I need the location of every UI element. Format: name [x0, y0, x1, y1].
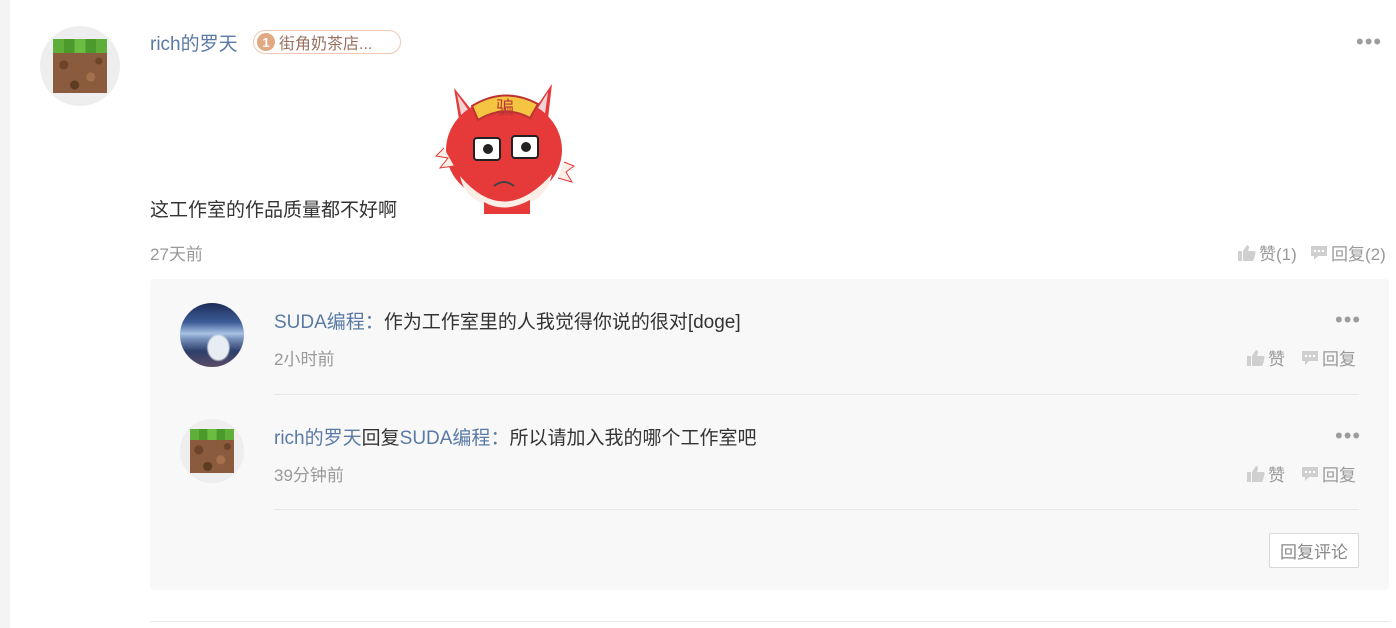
- reply-content: SUDA编程：作为工作室里的人我觉得你说的很对[doge]: [274, 307, 741, 334]
- reply-content: rich的罗天回复SUDA编程：所以请加入我的哪个工作室吧: [274, 423, 756, 450]
- reply-text: 作为工作室里的人我觉得你说的很对[doge]: [383, 312, 741, 333]
- reply-reply-button[interactable]: 回复: [1301, 461, 1356, 486]
- comment-bubble-icon: [1302, 466, 1318, 481]
- reply-label: 回复: [1322, 350, 1356, 369]
- more-dots-icon[interactable]: •••: [1356, 31, 1382, 53]
- more-dots-icon[interactable]: •••: [1335, 309, 1361, 331]
- reply-comment-button[interactable]: 回复评论: [1269, 533, 1359, 568]
- reply-username[interactable]: rich的罗天: [274, 428, 362, 449]
- cat-sticker-image: 骗: [434, 84, 576, 214]
- divider: [274, 394, 1359, 395]
- left-edge: [0, 0, 10, 628]
- like-label: 赞: [1268, 466, 1285, 485]
- thumbs-up-icon: [1247, 465, 1265, 482]
- divider: [274, 509, 1359, 510]
- avatar[interactable]: [40, 26, 120, 106]
- reply-text: 所以请加入我的哪个工作室吧: [509, 428, 757, 449]
- reply-like-button[interactable]: 赞: [1247, 461, 1285, 486]
- reply-label: 回复: [1322, 466, 1356, 485]
- reply-count-label: 回复(2): [1331, 245, 1386, 264]
- reply-word: 回复: [361, 428, 400, 449]
- reply-separator: ：: [490, 428, 510, 449]
- comment-time: 27天前: [150, 245, 203, 264]
- comment-bubble-icon: [1311, 245, 1327, 260]
- reply-target-username[interactable]: SUDA编程: [400, 428, 491, 449]
- reply-time: 39分钟前: [274, 466, 344, 485]
- badge-level: 1: [257, 33, 275, 51]
- reply-like-button[interactable]: 赞: [1247, 345, 1285, 370]
- reply-avatar[interactable]: [180, 419, 244, 483]
- comment-bubble-icon: [1302, 350, 1318, 365]
- reply-avatar[interactable]: [180, 303, 244, 367]
- badge-text: 街角奶茶店...: [279, 36, 373, 53]
- bottom-divider: [150, 621, 1389, 622]
- grass-block-avatar-image: [53, 39, 107, 93]
- svg-text:骗: 骗: [496, 98, 514, 119]
- reply-button[interactable]: 回复(2): [1310, 240, 1386, 265]
- grass-block-avatar-image: [190, 429, 234, 473]
- ocean-avatar-image: [180, 303, 244, 367]
- more-dots-icon[interactable]: •••: [1335, 425, 1361, 447]
- like-label: 赞(1): [1259, 245, 1297, 264]
- reply-reply-button[interactable]: 回复: [1301, 345, 1356, 370]
- comment-username[interactable]: rich的罗天: [150, 29, 238, 56]
- fan-badge[interactable]: 1 街角奶茶店...: [253, 30, 401, 54]
- reply-time: 2小时前: [274, 350, 335, 369]
- thumbs-up-icon: [1247, 349, 1265, 366]
- reply-separator: ：: [364, 312, 384, 333]
- like-label: 赞: [1268, 350, 1285, 369]
- reply-username[interactable]: SUDA编程: [274, 312, 365, 333]
- thumbs-up-icon: [1238, 244, 1256, 261]
- comment-text: 这工作室的作品质量都不好啊: [150, 200, 398, 221]
- like-button[interactable]: 赞(1): [1238, 240, 1297, 265]
